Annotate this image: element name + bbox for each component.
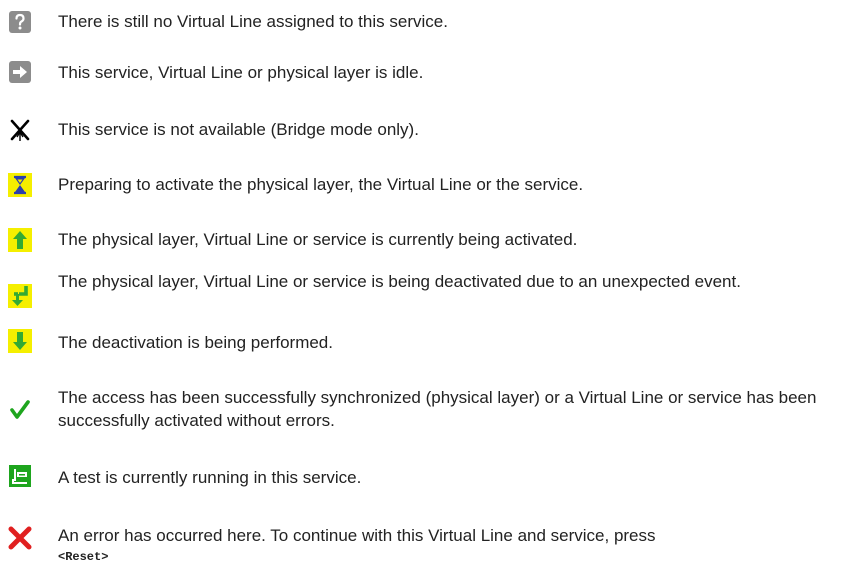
legend-text: There is still no Virtual Line assigned …: [58, 12, 448, 31]
legend-text: The physical layer, Virtual Line or serv…: [58, 272, 741, 291]
legend-text: The access has been successfully synchro…: [58, 388, 817, 430]
arrow-up-icon: [8, 228, 32, 252]
question-icon: [8, 10, 32, 34]
checkmark-icon: [8, 398, 32, 422]
legend-text: A test is currently running in this serv…: [58, 468, 362, 487]
legend-text: Preparing to activate the physical layer…: [58, 175, 584, 194]
test-icon: [8, 464, 32, 488]
legend-text: The deactivation is being performed.: [58, 333, 333, 352]
legend-text: An error has occurred here. To continue …: [58, 524, 838, 565]
legend-text: The physical layer, Virtual Line or serv…: [58, 230, 578, 249]
reset-key-label: <Reset>: [58, 550, 109, 564]
legend-text-main: An error has occurred here. To continue …: [58, 526, 656, 545]
error-x-icon: [8, 526, 32, 550]
x-not-available-icon: [8, 118, 32, 142]
legend-text: This service is not available (Bridge mo…: [58, 120, 419, 139]
arrow-return-icon: [8, 284, 32, 308]
hourglass-icon: [8, 173, 32, 197]
arrow-right-icon: [8, 60, 32, 84]
legend-text: This service, Virtual Line or physical l…: [58, 63, 424, 82]
arrow-down-icon: [8, 329, 32, 353]
